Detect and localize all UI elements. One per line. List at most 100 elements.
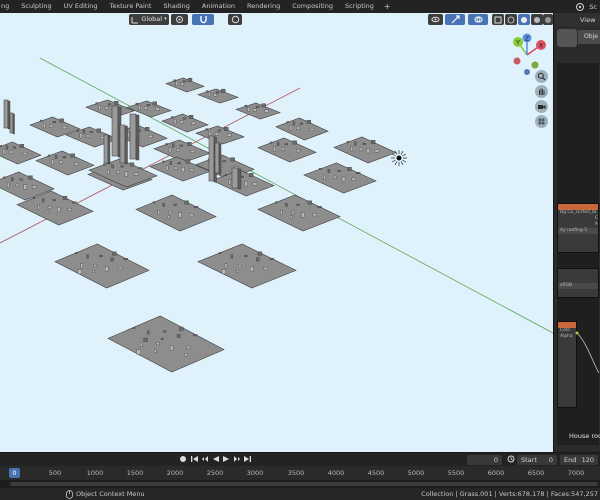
clock-button[interactable]: [507, 455, 515, 466]
ruler-tick: 7000: [567, 469, 585, 477]
wireframe-icon: [507, 16, 515, 23]
record-button[interactable]: [179, 455, 187, 466]
start-label: Start: [521, 456, 537, 464]
city-tile[interactable]: [257, 194, 341, 232]
start-value: 0: [548, 456, 553, 464]
gizmo-toggle-button[interactable]: [445, 14, 465, 25]
magnet-icon: [199, 16, 207, 24]
shading-solid-button[interactable]: [518, 14, 530, 25]
snap-button[interactable]: [192, 14, 214, 25]
ruler-tick: 6000: [487, 469, 505, 477]
city-tile[interactable]: [85, 99, 135, 119]
current-frame-field[interactable]: 0: [467, 455, 502, 465]
scene-statistics: Collection | Grass.001 | Verts:678,178 |…: [421, 490, 598, 498]
play-icon: [223, 456, 229, 462]
playhead-frame-indicator[interactable]: 0: [9, 468, 20, 478]
start-frame-field[interactable]: Start 0: [517, 455, 557, 465]
object-name-field[interactable]: Obje: [578, 30, 600, 44]
tab-rendering[interactable]: Rendering: [241, 0, 286, 13]
node-link-wires: [575, 331, 599, 374]
pan-button[interactable]: [535, 85, 548, 98]
jump-end-button[interactable]: [243, 455, 252, 466]
city-scene: [0, 57, 553, 373]
timeline-ruler[interactable]: 0 500 1000 1500 2000 2500 3000 3500 4000…: [0, 466, 600, 480]
proportional-edit-button[interactable]: [228, 14, 242, 25]
city-tile[interactable]: [197, 88, 239, 104]
tab-shading[interactable]: Shading: [157, 0, 195, 13]
city-tile[interactable]: [161, 113, 209, 133]
transform-orientation-dropdown[interactable]: Global ▾: [129, 14, 169, 25]
city-tile[interactable]: [54, 243, 150, 289]
skyscraper[interactable]: [9, 112, 15, 135]
next-keyframe-button[interactable]: [232, 455, 241, 466]
zoom-button[interactable]: [535, 70, 548, 83]
ortho-toggle-button[interactable]: [535, 115, 548, 128]
pivot-point-button[interactable]: [171, 14, 188, 25]
visibility-button[interactable]: [428, 14, 443, 25]
jump-start-button[interactable]: [190, 455, 199, 466]
node-editor-area[interactable]: Bg Co_sorted_bl... C A 4y roofing 5 sRGB…: [557, 63, 599, 445]
overlays-toggle-button[interactable]: [468, 14, 488, 25]
tab-scripting[interactable]: Scripting: [339, 0, 380, 13]
skyscraper[interactable]: [129, 113, 140, 161]
scene-selector[interactable]: Sc: [556, 0, 600, 13]
skyscraper[interactable]: [111, 105, 122, 158]
material-name-label: House roof: [569, 432, 600, 440]
city-tile[interactable]: [135, 194, 217, 232]
context-menu-hint: Object Context Menu: [76, 490, 145, 498]
scrollbar-thumb[interactable]: [10, 482, 598, 486]
shading-rendered-button[interactable]: [543, 14, 553, 25]
city-tile[interactable]: [197, 243, 297, 289]
tab-compositing[interactable]: Compositing: [286, 0, 339, 13]
view-menu[interactable]: View: [554, 16, 595, 24]
reverse-play-button[interactable]: [212, 455, 220, 466]
pivot-icon: [176, 16, 183, 23]
add-workspace-button[interactable]: +: [380, 2, 395, 11]
axis-icon: [131, 16, 139, 23]
city-tile[interactable]: [333, 136, 397, 164]
city-tile[interactable]: [35, 150, 95, 176]
city-tile[interactable]: [165, 77, 205, 93]
city-tile[interactable]: [257, 137, 317, 163]
end-label: End: [564, 456, 577, 464]
gizmo-icon: [451, 15, 460, 24]
city-tile[interactable]: [195, 125, 245, 145]
timeline-scrollbar[interactable]: [0, 480, 600, 488]
city-tile[interactable]: [275, 117, 329, 141]
city-tile[interactable]: [235, 102, 281, 120]
tab-layout[interactable]: ng: [0, 0, 15, 13]
skyscraper[interactable]: [3, 99, 11, 130]
end-frame-field[interactable]: End 120: [560, 455, 598, 465]
play-button[interactable]: [222, 455, 230, 466]
status-hint: Object Context Menu: [66, 488, 145, 500]
xray-toggle-button[interactable]: [492, 14, 504, 25]
skyscraper[interactable]: [103, 134, 111, 165]
ruler-tick: 6500: [527, 469, 545, 477]
ruler-tick: 1500: [126, 469, 144, 477]
ruler-tick: 2500: [206, 469, 224, 477]
reverse-play-icon: [213, 456, 219, 462]
orientation-label: Global: [141, 15, 163, 23]
jump-start-icon: [191, 456, 198, 462]
prev-keyframe-button[interactable]: [201, 455, 210, 466]
skyscraper[interactable]: [119, 124, 128, 165]
viewport-header: Global ▾: [0, 13, 553, 26]
tab-uv-editing[interactable]: UV Editing: [58, 0, 104, 13]
tab-animation[interactable]: Animation: [196, 0, 241, 13]
shading-wireframe-button[interactable]: [505, 14, 517, 25]
mouse-icon: [66, 489, 73, 499]
tab-texture-paint[interactable]: Texture Paint: [104, 0, 158, 13]
skyscraper[interactable]: [214, 142, 222, 175]
tab-sculpting[interactable]: Sculpting: [15, 0, 57, 13]
right-editor-panel: View Obje Bg Co_sorted_bl... C A 4y roof…: [553, 13, 600, 452]
chevron-down-icon: ▾: [164, 16, 167, 22]
skyscraper[interactable]: [231, 167, 242, 190]
city-tile[interactable]: [0, 141, 42, 165]
city-tile[interactable]: [303, 162, 377, 194]
camera-view-button[interactable]: [535, 100, 548, 113]
city-tile[interactable]: [107, 315, 225, 373]
shading-material-button[interactable]: [531, 14, 543, 25]
3d-viewport[interactable]: Global ▾ X Y Z: [0, 13, 553, 452]
solid-sphere-icon: [521, 16, 527, 23]
ruler-tick: 2000: [166, 469, 184, 477]
